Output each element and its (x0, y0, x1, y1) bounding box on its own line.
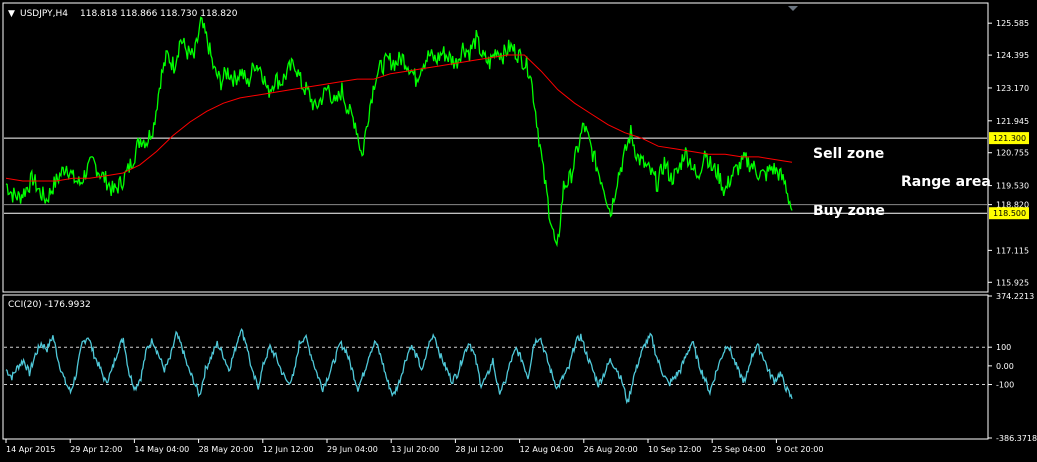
y-tick-label: 119.530 (996, 182, 1029, 191)
x-tick-label: 12 Jun 12:00 (263, 445, 314, 454)
x-tick-label: 26 Aug 20:00 (584, 445, 638, 454)
collapse-triangle-icon[interactable]: ▼ (8, 9, 15, 19)
x-tick-label: 29 Jun 04:00 (327, 445, 378, 454)
x-tick-label: 14 Apr 2015 (6, 445, 55, 454)
y-tick-label: 124.395 (996, 51, 1029, 60)
chart-canvas[interactable]: ▼ USDJPY,H4 118.818 118.866 118.730 118.… (0, 0, 1037, 458)
y-tick-label: 121.945 (996, 117, 1029, 126)
cci-y-tick-label: 374.2213 (996, 292, 1034, 301)
y-tick-label: 125.585 (996, 19, 1029, 28)
price-level-tag-label: 121.300 (993, 134, 1026, 143)
cci-label: CCI(20) -176.9932 (8, 300, 91, 310)
x-tick-label: 12 Aug 04:00 (520, 445, 574, 454)
x-tick-label: 28 Jul 12:00 (455, 445, 503, 454)
y-tick-label: 115.925 (996, 278, 1029, 287)
symbol-timeframe: USDJPY,H4 (20, 9, 68, 19)
x-tick-label: 25 Sep 04:00 (712, 445, 765, 454)
y-tick-label: 120.755 (996, 149, 1029, 158)
x-tick-label: 14 May 04:00 (134, 445, 189, 454)
cci-y-tick-label: -100 (996, 381, 1014, 390)
cci-y-tick-label: -386.3718 (996, 434, 1037, 443)
x-tick-label: 28 May 20:00 (199, 445, 254, 454)
x-tick-label: 29 Apr 12:00 (70, 445, 122, 454)
cci-y-tick-label: 100 (996, 343, 1011, 352)
y-tick-label: 117.115 (996, 246, 1029, 255)
price-chart-window[interactable]: ▼ USDJPY,H4 118.818 118.866 118.730 118.… (0, 0, 1037, 458)
price-level-tag-label: 118.500 (993, 209, 1026, 218)
annotation-sell-zone: Sell zone (813, 146, 884, 162)
annotation-buy-zone: Buy zone (813, 203, 885, 219)
x-tick-label: 10 Sep 12:00 (648, 445, 701, 454)
x-tick-label: 13 Jul 20:00 (391, 445, 439, 454)
x-tick-label: 9 Oct 20:00 (776, 445, 823, 454)
y-tick-label: 123.170 (996, 84, 1029, 93)
ohlc-values: 118.818 118.866 118.730 118.820 (80, 9, 238, 19)
cci-y-tick-label: 0.00 (996, 362, 1014, 371)
annotation-range-area: Range area (901, 174, 991, 190)
cci-pane-frame (2, 294, 989, 440)
